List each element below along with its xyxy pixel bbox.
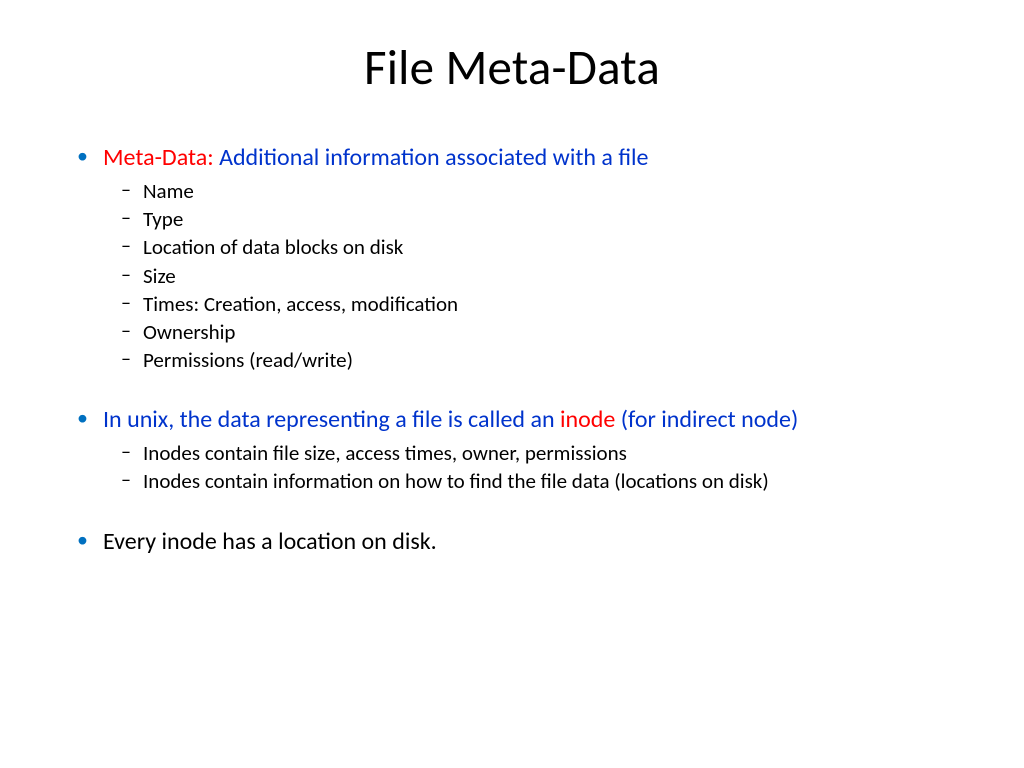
- bullet-inode-location: Every inode has a location on disk.: [103, 526, 949, 557]
- metadata-definition: Additional information associated with a…: [219, 143, 648, 172]
- slide-title: File Meta-Data: [75, 38, 949, 98]
- inode-keyword: inode: [560, 405, 615, 434]
- sub-item: Times: Creation, access, modification: [143, 290, 949, 318]
- bullet-list: Meta-Data: Additional information associ…: [75, 142, 949, 557]
- sub-item: Ownership: [143, 318, 949, 346]
- inode-location-text: Every inode has a location on disk.: [103, 527, 437, 556]
- sub-item: Size: [143, 262, 949, 290]
- sub-item: Inodes contain information on how to fin…: [143, 467, 949, 495]
- sub-item: Type: [143, 205, 949, 233]
- metadata-sublist: Name Type Location of data blocks on dis…: [103, 177, 949, 374]
- slide: File Meta-Data Meta-Data: Additional inf…: [0, 0, 1024, 557]
- sub-item: Name: [143, 177, 949, 205]
- sub-item: Permissions (read/write): [143, 346, 949, 374]
- sub-item: Location of data blocks on disk: [143, 233, 949, 261]
- bullet-unix-inode: In unix, the data representing a file is…: [103, 404, 949, 495]
- inode-text-post: (for indirect node): [615, 405, 798, 434]
- inode-text-pre: In unix, the data representing a file is…: [103, 405, 560, 434]
- metadata-label: Meta-Data:: [103, 143, 219, 172]
- inode-sublist: Inodes contain file size, access times, …: [103, 439, 949, 495]
- bullet-metadata: Meta-Data: Additional information associ…: [103, 142, 949, 374]
- sub-item: Inodes contain file size, access times, …: [143, 439, 949, 467]
